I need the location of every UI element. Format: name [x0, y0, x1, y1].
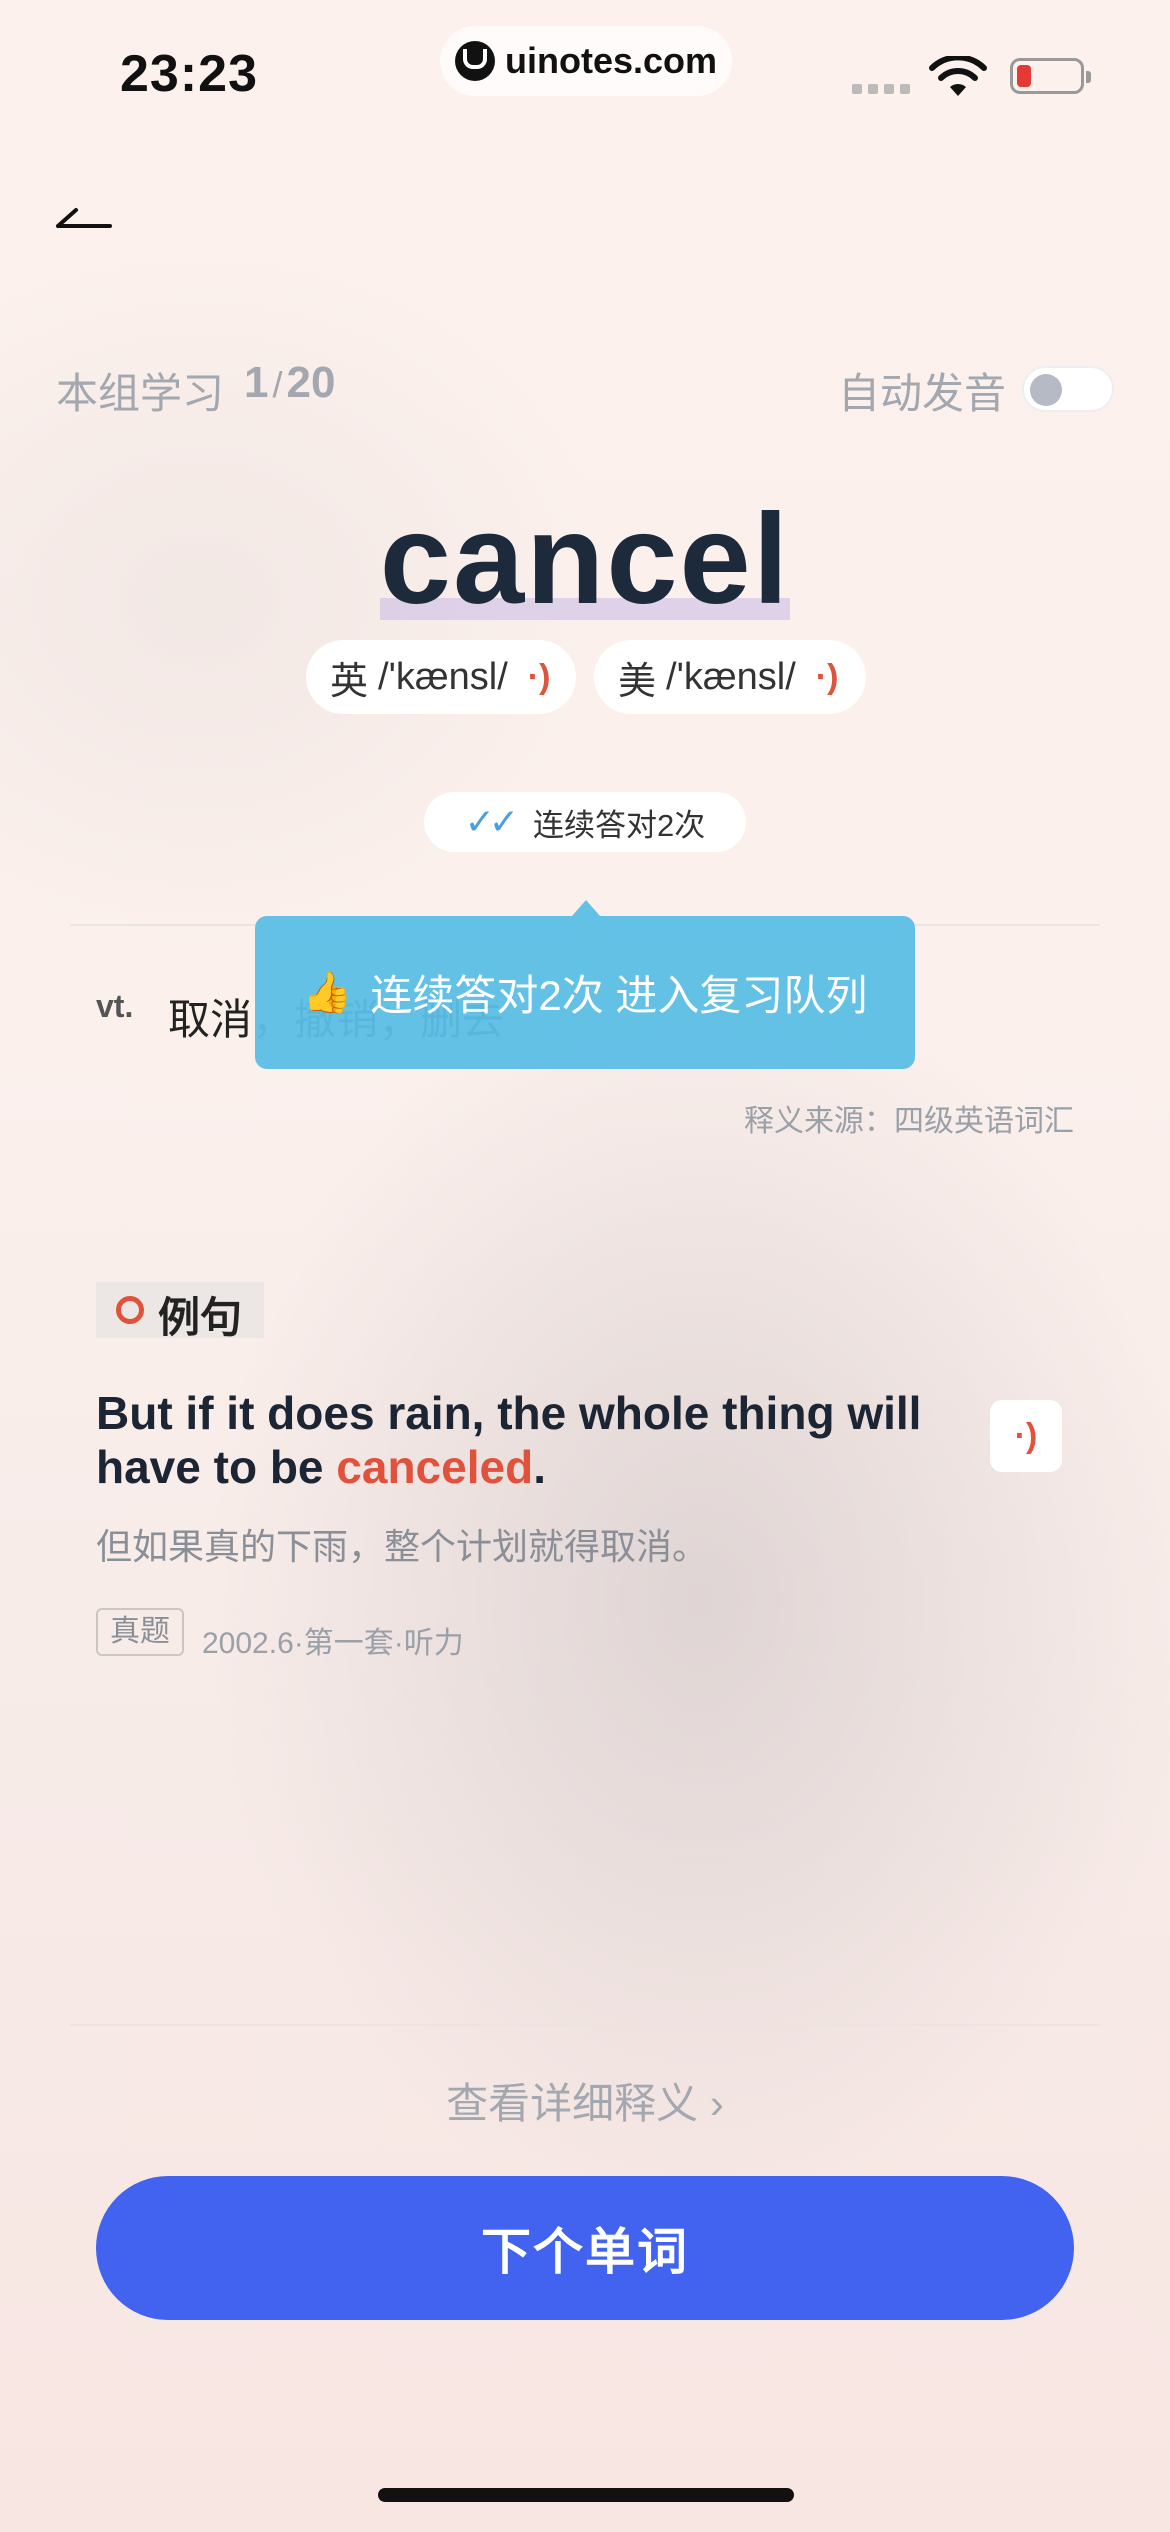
definition-source: 释义来源：四级英语词汇	[744, 1105, 1074, 1138]
streak-text: 连续答对2次	[533, 807, 706, 843]
exam-tag: 真题	[96, 1608, 184, 1656]
us-label: 美	[618, 660, 657, 703]
uk-label: 英	[330, 660, 369, 703]
battery-icon	[1010, 58, 1091, 94]
cellular-signal-icon	[852, 84, 910, 94]
us-pronunciation-button[interactable]: 美 /'kænsl/ ·)	[594, 640, 866, 714]
speaker-icon: ·)	[815, 657, 839, 696]
next-word-button[interactable]: 下个单词	[96, 2176, 1074, 2320]
url-pill: uinotes.com	[440, 26, 732, 96]
uk-pronunciation-button[interactable]: 英 /'kænsl/ ·)	[306, 640, 576, 714]
speaker-icon: ·)	[527, 657, 551, 696]
group-progress-count: 1/20	[244, 358, 336, 407]
review-queue-tooltip: 👍 连续答对2次 进入复习队列	[255, 916, 915, 1069]
tooltip-text: 连续答对2次 进入复习队列	[370, 972, 868, 1019]
url-text: uinotes.com	[504, 40, 718, 81]
speaker-icon: ·)	[1014, 1416, 1038, 1455]
thumbs-up-icon: 👍	[302, 971, 353, 1015]
uinotes-logo-icon	[454, 41, 495, 81]
exam-source: 2002.6·第一套·听力	[202, 1627, 464, 1660]
part-of-speech: vt.	[96, 988, 134, 1024]
example-speaker-button[interactable]: ·)	[990, 1400, 1062, 1472]
wifi-icon	[929, 56, 987, 96]
circle-bullet-icon	[116, 1296, 144, 1324]
view-details-link[interactable]: 查看详细释义 ›	[0, 2070, 1170, 2131]
streak-badge: ✓✓ 连续答对2次	[424, 792, 746, 852]
example-keyword: canceled	[336, 1441, 534, 1493]
home-indicator[interactable]	[378, 2488, 794, 2502]
divider	[70, 2024, 1100, 2026]
back-arrow-icon[interactable]	[54, 200, 114, 240]
auto-pronounce-toggle[interactable]	[1022, 366, 1114, 412]
group-progress-label: 本组学习	[56, 370, 225, 417]
us-phonetic: /'kænsl/	[666, 655, 796, 698]
example-sentence: But if it does rain, the whole thing wil…	[96, 1387, 922, 1493]
word-container: cancel	[0, 490, 1170, 630]
double-check-icon: ✓✓	[464, 801, 519, 842]
example-section-title: 例句	[158, 1294, 243, 1341]
status-time: 23:23	[120, 45, 258, 103]
word-title: cancel	[379, 488, 791, 631]
example-translation: 但如果真的下雨，整个计划就得取消。	[96, 1526, 709, 1567]
tooltip-arrow	[572, 900, 600, 916]
toggle-knob	[1030, 374, 1062, 406]
auto-pronounce-label: 自动发音	[838, 370, 1007, 417]
uk-phonetic: /'kænsl/	[378, 655, 508, 698]
